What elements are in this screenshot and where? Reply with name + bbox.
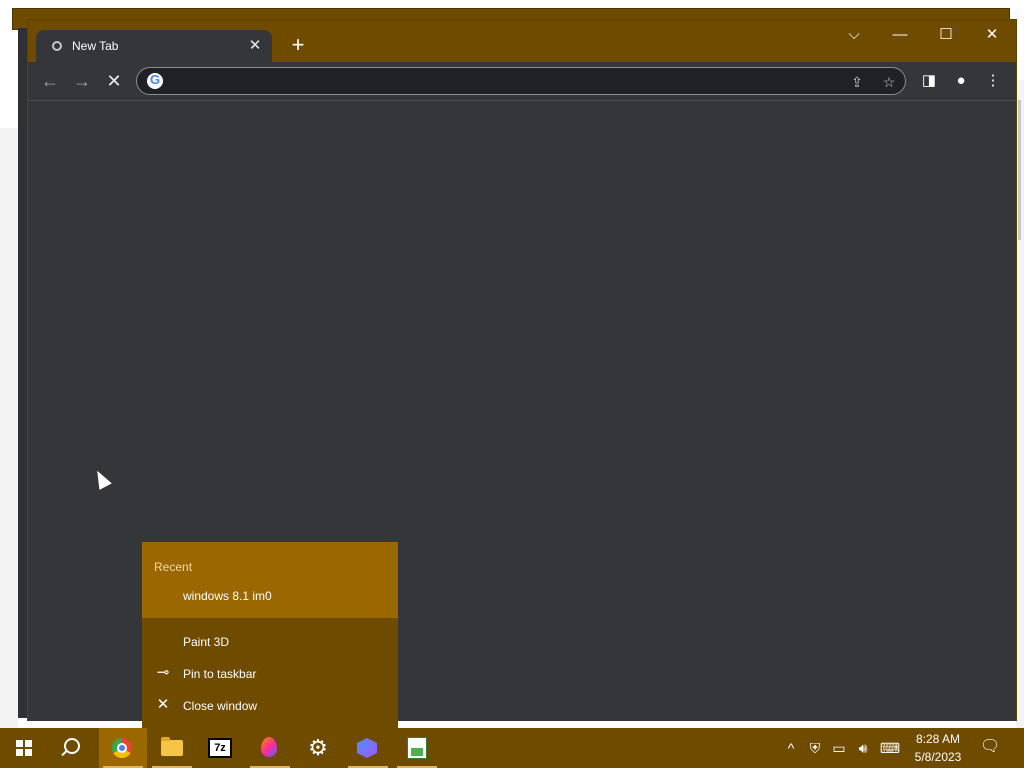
taskbar-spreadsheet[interactable] [393,728,441,768]
chrome-icon [112,738,132,758]
tab-label: New Tab [72,39,119,53]
google-icon: G [147,72,163,89]
close-icon: ✕ [156,696,170,713]
share-icon[interactable]: ⇪ [847,72,867,92]
jumplist-header: Recent [154,560,193,574]
stop-loading-icon[interactable]: ✕ [102,70,126,92]
background-window-edge [18,28,28,718]
maximize-button[interactable]: ☐ [926,24,966,48]
taskbar-photos[interactable] [344,728,392,768]
background-window-panel [0,80,18,730]
taskbar-7zip[interactable]: 7z [197,728,245,768]
search-button[interactable] [48,728,96,768]
clock-date: 5/8/2023 [914,750,962,764]
taskbar-jumplist: Recent windows 8.1 im0 Paint 3D ⊸ Pin to… [142,542,398,728]
background-window-panel-light [0,80,18,128]
taskbar-chrome[interactable] [99,728,147,768]
taskbar-paint-3d[interactable] [246,728,294,768]
network-icon[interactable]: ▭ [830,738,848,758]
windows-logo-icon [16,740,32,756]
forward-arrow-icon[interactable]: → [70,70,94,92]
search-icon [64,738,80,754]
7zip-icon: 7z [208,738,232,758]
loading-icon [52,41,62,51]
profile-icon[interactable]: ● [950,70,972,92]
jumplist-item-label: Close window [183,699,258,713]
tab-close-icon[interactable]: ✕ [246,37,264,55]
photos-icon [357,738,377,758]
start-button[interactable] [0,728,48,768]
gear-icon: ⚙ [308,735,328,760]
close-window-button[interactable]: ✕ [972,24,1012,48]
background-scrollbar[interactable] [1016,80,1024,730]
jumplist-recent-item[interactable]: windows 8.1 im0 [142,581,398,611]
jumplist-item-pin[interactable]: ⊸ Pin to taskbar [142,659,398,689]
clock-time: 8:28 AM [915,732,961,746]
new-tab-button[interactable]: + [286,34,310,58]
jumplist-item-close[interactable]: ✕ Close window [142,691,398,721]
side-panel-icon[interactable]: ◨ [918,70,940,92]
menu-kebab-icon[interactable]: ⋮ [982,70,1004,92]
volume-icon[interactable]: 🔊︎ [854,738,872,758]
keyboard-icon[interactable]: ⌨ [878,738,902,758]
paint-3d-icon [261,737,277,757]
jumplist-item-label: Pin to taskbar [183,667,257,681]
system-clock[interactable]: 8:28 AM 5/8/2023 [906,730,970,766]
spreadsheet-icon [407,737,427,759]
taskbar-settings[interactable]: ⚙ [295,728,343,768]
taskbar: 7z ⚙ ^ ⛨ ▭ 🔊︎ ⌨ 8:28 AM 5/8/2023 🗨︎ [0,728,1024,768]
shield-icon[interactable]: ⛨ [806,738,824,758]
back-arrow-icon[interactable]: ← [38,70,62,92]
tab-new-tab[interactable]: New Tab ✕ [36,30,272,62]
taskbar-file-explorer[interactable] [148,728,196,768]
jumplist-item-label: Paint 3D [183,635,230,649]
address-bar[interactable]: G ⇪ ☆ [136,67,906,95]
browser-titlebar: New Tab ✕ + ⌵ — ☐ ✕ [28,20,1016,62]
chevron-up-icon[interactable]: ^ [782,738,800,758]
bookmark-star-icon[interactable]: ☆ [879,72,899,92]
browser-toolbar: ← → ✕ G ⇪ ☆ ◨ ● ⋮ [28,62,1016,100]
minimize-button[interactable]: — [880,24,920,48]
tab-search-icon[interactable]: ⌵ [834,24,874,48]
folder-icon [161,737,183,756]
jumplist-item-label: windows 8.1 im0 [183,589,272,603]
jumplist-item-paint-3d[interactable]: Paint 3D [142,627,398,657]
scrollbar-thumb[interactable] [1018,100,1021,240]
notification-icon[interactable]: 🗨︎ [980,738,1000,756]
address-input[interactable] [173,72,827,92]
pin-icon: ⊸ [156,664,170,681]
